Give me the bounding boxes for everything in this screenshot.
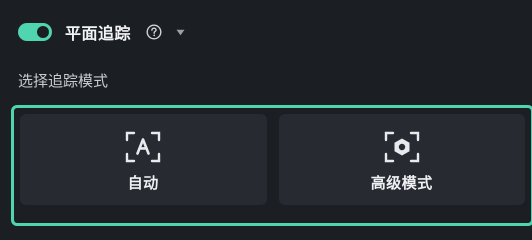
advanced-mode-button[interactable]: 高级模式 <box>278 114 525 205</box>
planar-tracking-toggle[interactable] <box>18 23 52 41</box>
advanced-hexagon-focus-icon <box>384 130 420 164</box>
planar-tracking-header: 平面追踪 <box>18 20 185 44</box>
advanced-mode-label: 高级模式 <box>370 174 433 192</box>
auto-a-focus-icon <box>125 130 161 164</box>
caret-down-icon[interactable] <box>175 27 185 37</box>
toggle-knob <box>37 26 49 38</box>
tracking-mode-selector: 自动 高级模式 <box>11 105 532 226</box>
tracking-mode-label: 选择追踪模式 <box>18 72 109 90</box>
auto-mode-button[interactable]: 自动 <box>20 114 267 205</box>
auto-mode-label: 自动 <box>127 174 159 192</box>
section-title: 平面追踪 <box>65 24 132 43</box>
question-circle-icon[interactable] <box>145 23 163 41</box>
